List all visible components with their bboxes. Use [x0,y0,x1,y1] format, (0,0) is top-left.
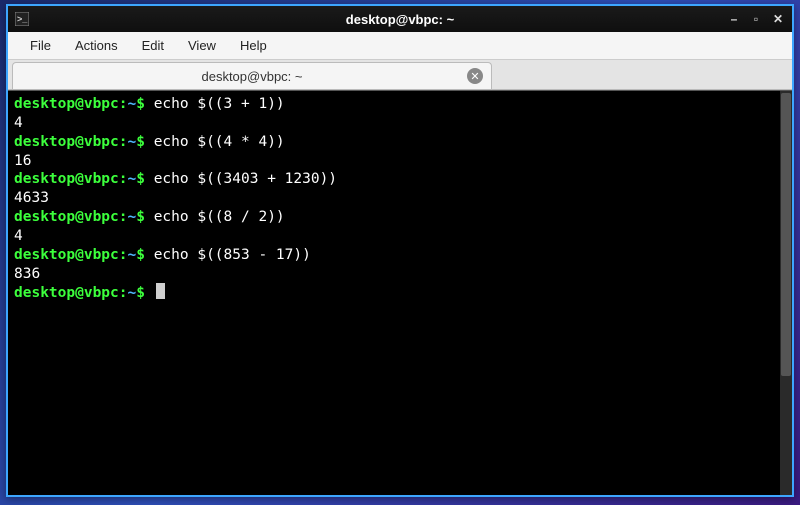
terminal-area[interactable]: desktop@vbpc:~$ echo $((3 + 1))4desktop@… [8,90,792,495]
svg-text:>_: >_ [17,14,28,24]
window-title: desktop@vbpc: ~ [346,12,454,27]
prompt-path: ~ [128,285,137,301]
prompt-path: ~ [128,96,137,112]
tab-close-button[interactable]: ✕ [467,68,483,84]
output-line: 836 [14,265,786,284]
prompt-sep: : [119,171,128,187]
command-line: desktop@vbpc:~$ echo $((853 - 17)) [14,246,786,265]
prompt-sigil: $ [136,285,145,301]
close-button[interactable]: ✕ [770,11,786,27]
prompt-sep: : [119,134,128,150]
command-text: echo $((8 / 2)) [154,209,285,225]
output-line: 16 [14,152,786,171]
output-line: 4 [14,114,786,133]
maximize-button[interactable]: ▫ [748,11,764,27]
command-text: echo $((3403 + 1230)) [154,171,337,187]
prompt-sep: : [119,96,128,112]
minimize-button[interactable]: – [726,11,742,27]
prompt-user: desktop@vbpc [14,209,119,225]
terminal-icon: >_ [14,11,30,27]
tab-label: desktop@vbpc: ~ [201,69,302,84]
tab-terminal[interactable]: desktop@vbpc: ~ ✕ [12,62,492,89]
prompt-sep: : [119,247,128,263]
prompt-sep: : [119,285,128,301]
menu-actions[interactable]: Actions [65,34,128,57]
scrollbar[interactable] [780,91,792,495]
prompt-user: desktop@vbpc [14,247,119,263]
menu-help[interactable]: Help [230,34,277,57]
menu-edit[interactable]: Edit [132,34,174,57]
command-line: desktop@vbpc:~$ echo $((3403 + 1230)) [14,170,786,189]
prompt-path: ~ [128,247,137,263]
command-line: desktop@vbpc:~$ echo $((4 * 4)) [14,133,786,152]
menu-view[interactable]: View [178,34,226,57]
output-line: 4633 [14,189,786,208]
output-line: 4 [14,227,786,246]
prompt-sigil: $ [136,209,145,225]
prompt-path: ~ [128,171,137,187]
prompt-sigil: $ [136,96,145,112]
prompt-user: desktop@vbpc [14,285,119,301]
menu-file[interactable]: File [20,34,61,57]
tabbar: desktop@vbpc: ~ ✕ [8,60,792,90]
current-prompt[interactable]: desktop@vbpc:~$ [14,283,786,303]
command-line: desktop@vbpc:~$ echo $((8 / 2)) [14,208,786,227]
prompt-path: ~ [128,134,137,150]
scrollbar-thumb[interactable] [781,93,791,376]
prompt-user: desktop@vbpc [14,96,119,112]
prompt-sigil: $ [136,134,145,150]
prompt-user: desktop@vbpc [14,134,119,150]
terminal-window: >_ desktop@vbpc: ~ – ▫ ✕ File Actions Ed… [6,4,794,497]
command-text: echo $((3 + 1)) [154,96,285,112]
menubar: File Actions Edit View Help [8,32,792,60]
prompt-path: ~ [128,209,137,225]
prompt-user: desktop@vbpc [14,171,119,187]
titlebar[interactable]: >_ desktop@vbpc: ~ – ▫ ✕ [8,6,792,32]
terminal-output[interactable]: desktop@vbpc:~$ echo $((3 + 1))4desktop@… [8,91,792,307]
cursor [156,283,165,299]
close-icon: ✕ [470,70,479,83]
command-text: echo $((853 - 17)) [154,247,311,263]
prompt-sigil: $ [136,171,145,187]
command-text: echo $((4 * 4)) [154,134,285,150]
command-line: desktop@vbpc:~$ echo $((3 + 1)) [14,95,786,114]
prompt-sep: : [119,209,128,225]
prompt-sigil: $ [136,247,145,263]
window-controls: – ▫ ✕ [726,11,786,27]
